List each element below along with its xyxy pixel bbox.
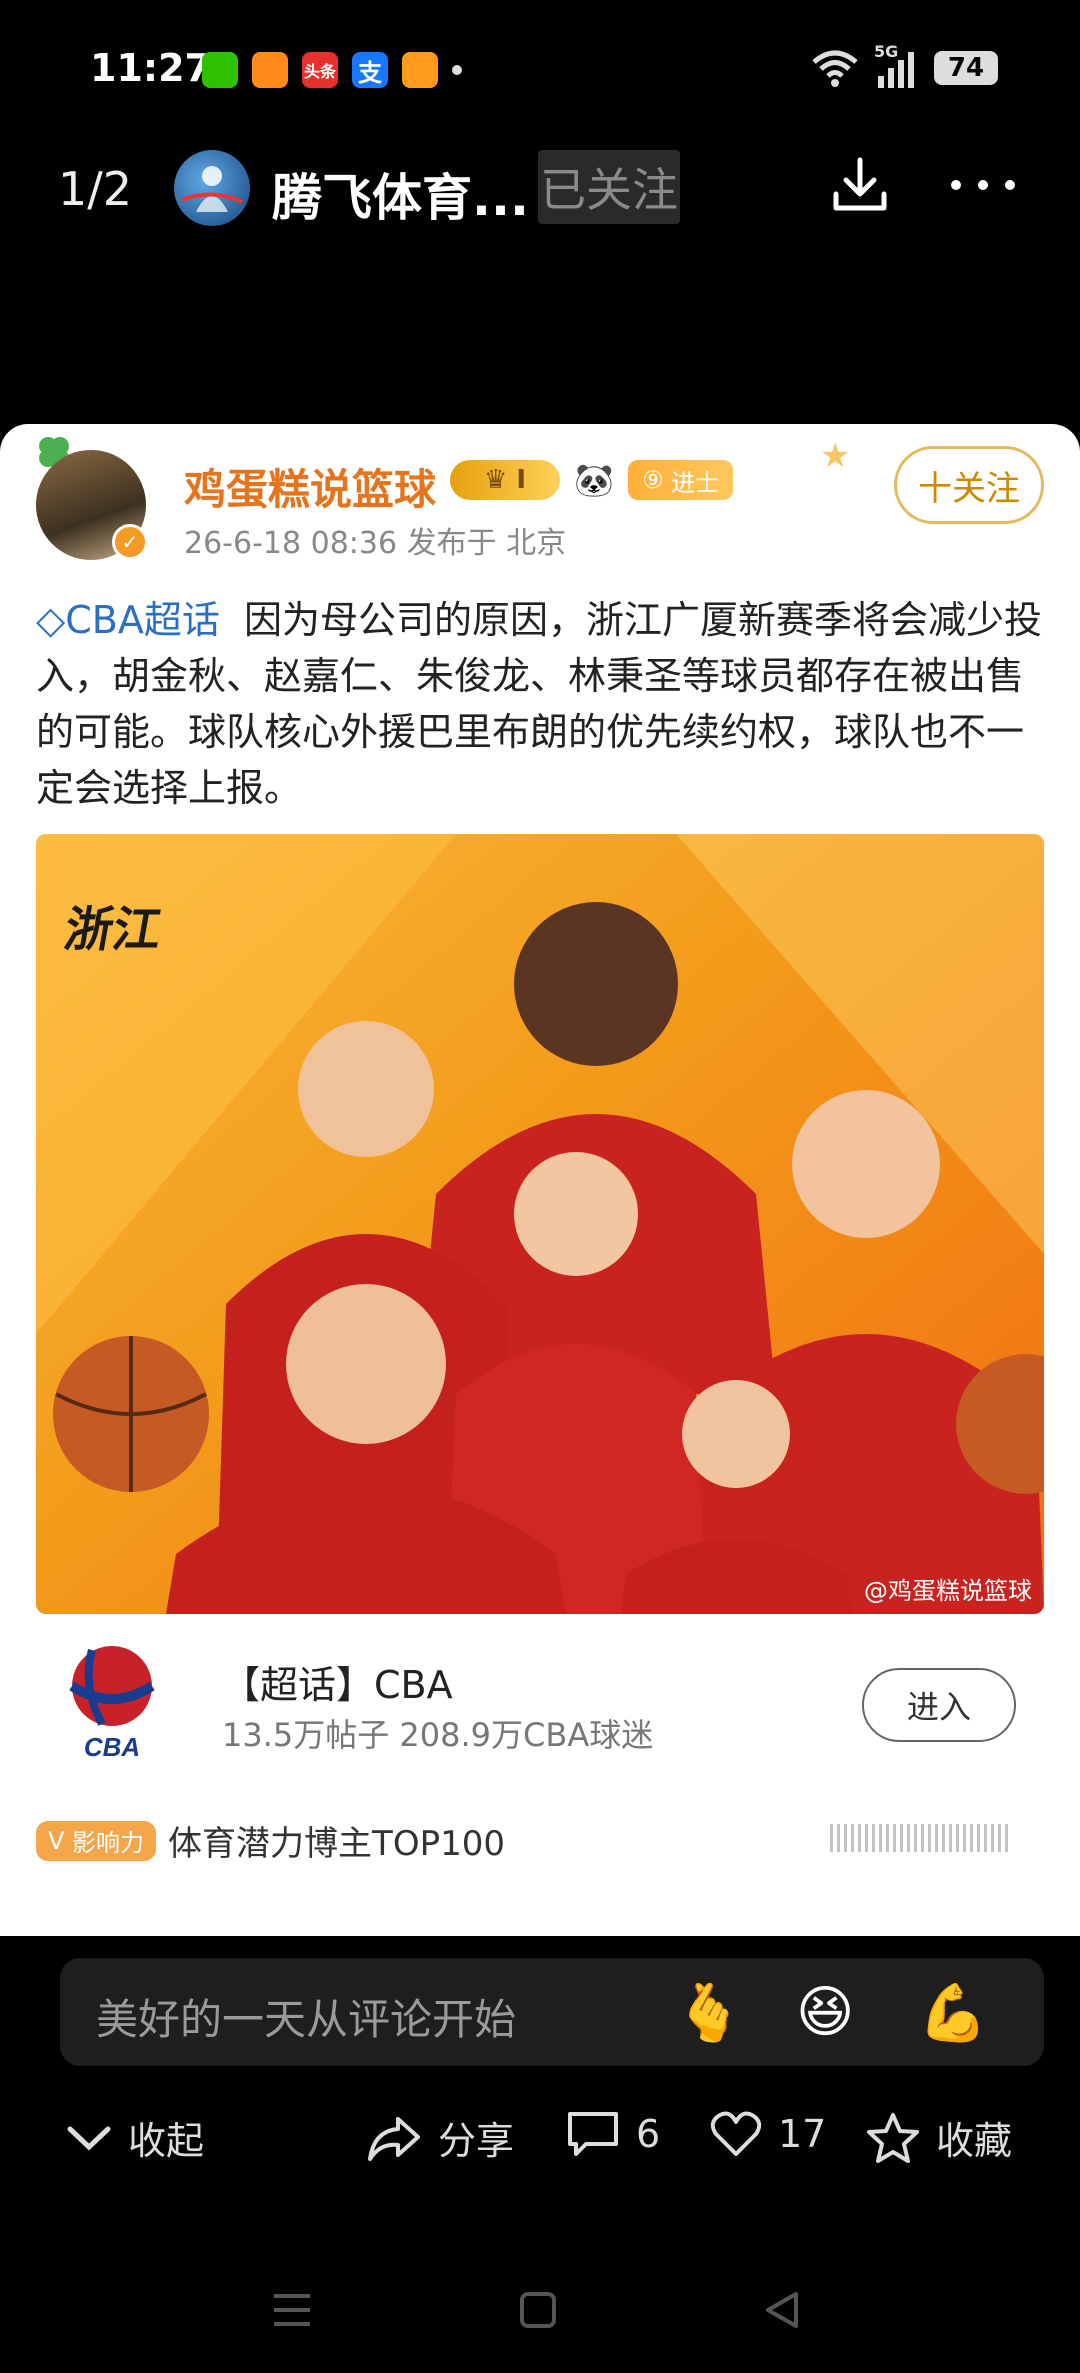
panda-badge-icon: 🐼 bbox=[574, 461, 614, 499]
comment-placeholder: 美好的一天从评论开始 bbox=[96, 1995, 517, 2044]
muscle-emoji[interactable]: 💪 bbox=[918, 1980, 988, 2046]
team-logo: 浙江 bbox=[60, 902, 167, 958]
followed-button[interactable]: 已关注 bbox=[538, 150, 680, 224]
system-navigation bbox=[0, 2270, 1080, 2350]
collapse-button[interactable]: 收起 bbox=[66, 2110, 204, 2165]
heart-hands-emoji[interactable]: 🫰 bbox=[674, 1980, 744, 2046]
wechat-icon bbox=[202, 52, 238, 88]
system-icons: 5G 74 bbox=[810, 42, 998, 88]
favorite-button[interactable]: 收藏 bbox=[866, 2110, 1012, 2165]
influence-badge: V 影响力 bbox=[36, 1820, 157, 1861]
status-bar: 11:27 头条 支 5G 74 bbox=[0, 0, 1080, 140]
toutiao-icon: 头条 bbox=[302, 52, 338, 88]
diamond-icon: ◇ bbox=[36, 598, 66, 642]
clock: 11:27 bbox=[90, 46, 211, 90]
heart-icon bbox=[710, 2111, 762, 2156]
more-notifications-dot bbox=[452, 65, 462, 75]
action-bar: 收起 分享 6 17 收藏 bbox=[0, 2100, 1080, 2180]
chevron-down-icon bbox=[67, 2126, 111, 2150]
more-options-icon[interactable] bbox=[948, 170, 1018, 200]
image-watermark: @鸡蛋糕说篮球 bbox=[864, 1577, 1032, 1605]
influence-row: V 影响力 体育潜力博主TOP100 bbox=[36, 1816, 505, 1865]
post-body: ◇CBA超话 因为母公司的原因，浙江广厦新赛季将会减少投入，胡金秋、赵嘉仁、朱俊… bbox=[36, 592, 1046, 816]
comment-button[interactable]: 6 bbox=[566, 2110, 660, 2158]
cba-logo-icon: CBA bbox=[69, 1646, 155, 1762]
comment-input[interactable]: 美好的一天从评论开始 🫰 😆 💪 bbox=[60, 1958, 1044, 2066]
account-avatar[interactable] bbox=[174, 150, 250, 226]
wifi-icon bbox=[812, 50, 858, 87]
share-button[interactable]: 分享 bbox=[366, 2110, 514, 2165]
share-icon bbox=[368, 2116, 420, 2161]
post-card: ✓ 鸡蛋糕说篮球 ♛ I 🐼 ⑨ 进士 26-6-18 08:36 发布于 北京… bbox=[0, 424, 1080, 1936]
like-button[interactable]: 17 bbox=[710, 2110, 826, 2158]
svg-text:CBA: CBA bbox=[84, 1732, 140, 1762]
topic-stats: 13.5万帖子 208.9万CBA球迷 bbox=[222, 1716, 654, 1754]
avatar-figure-icon bbox=[181, 166, 243, 212]
enter-topic-button[interactable]: 进入 bbox=[862, 1668, 1016, 1742]
influence-text: 体育潜力博主TOP100 bbox=[168, 1824, 505, 1864]
notification-icons: 头条 支 bbox=[202, 52, 462, 88]
page-indicator: 1/2 bbox=[58, 162, 133, 216]
players-illustration bbox=[36, 834, 1044, 1614]
topic-link[interactable]: ◇CBA超话 bbox=[36, 598, 220, 642]
follow-button[interactable]: 十关注 bbox=[894, 446, 1044, 524]
gift-app-icon bbox=[252, 52, 288, 88]
author-name[interactable]: 鸡蛋糕说篮球 bbox=[184, 456, 436, 517]
star-icon bbox=[867, 2112, 919, 2163]
download-icon[interactable] bbox=[832, 154, 888, 214]
battery-indicator: 74 bbox=[934, 51, 998, 85]
alipay-icon: 支 bbox=[352, 52, 388, 88]
author-badges: ♛ I 🐼 ⑨ 进士 bbox=[450, 460, 734, 500]
barcode-decoration bbox=[830, 1824, 1010, 1852]
crown-badge-icon: ♛ I bbox=[450, 460, 560, 500]
topic-card[interactable]: CBA 【超话】CBA 13.5万帖子 208.9万CBA球迷 进入 bbox=[36, 1626, 1044, 1776]
account-name[interactable]: 腾飞体育... bbox=[272, 158, 529, 230]
laughing-emoji[interactable]: 😆 bbox=[796, 1980, 854, 2045]
comment-icon bbox=[568, 2112, 618, 2156]
menu-icon[interactable] bbox=[272, 2292, 312, 2328]
post-meta: 26-6-18 08:36 发布于 北京 bbox=[184, 526, 567, 561]
signal-icon: 5G bbox=[874, 42, 920, 88]
video-app-icon bbox=[402, 52, 438, 88]
topic-title: 【超话】CBA bbox=[222, 1663, 453, 1707]
back-icon[interactable] bbox=[762, 2290, 802, 2330]
home-icon[interactable] bbox=[518, 2290, 558, 2330]
viewer-header: 1/2 腾飞体育... 已关注 bbox=[0, 140, 1080, 240]
level-badge: ⑨ 进士 bbox=[628, 460, 734, 500]
verified-badge-icon: ✓ bbox=[112, 524, 148, 560]
post-image[interactable]: 浙江 @鸡蛋糕说篮球 bbox=[36, 834, 1044, 1614]
